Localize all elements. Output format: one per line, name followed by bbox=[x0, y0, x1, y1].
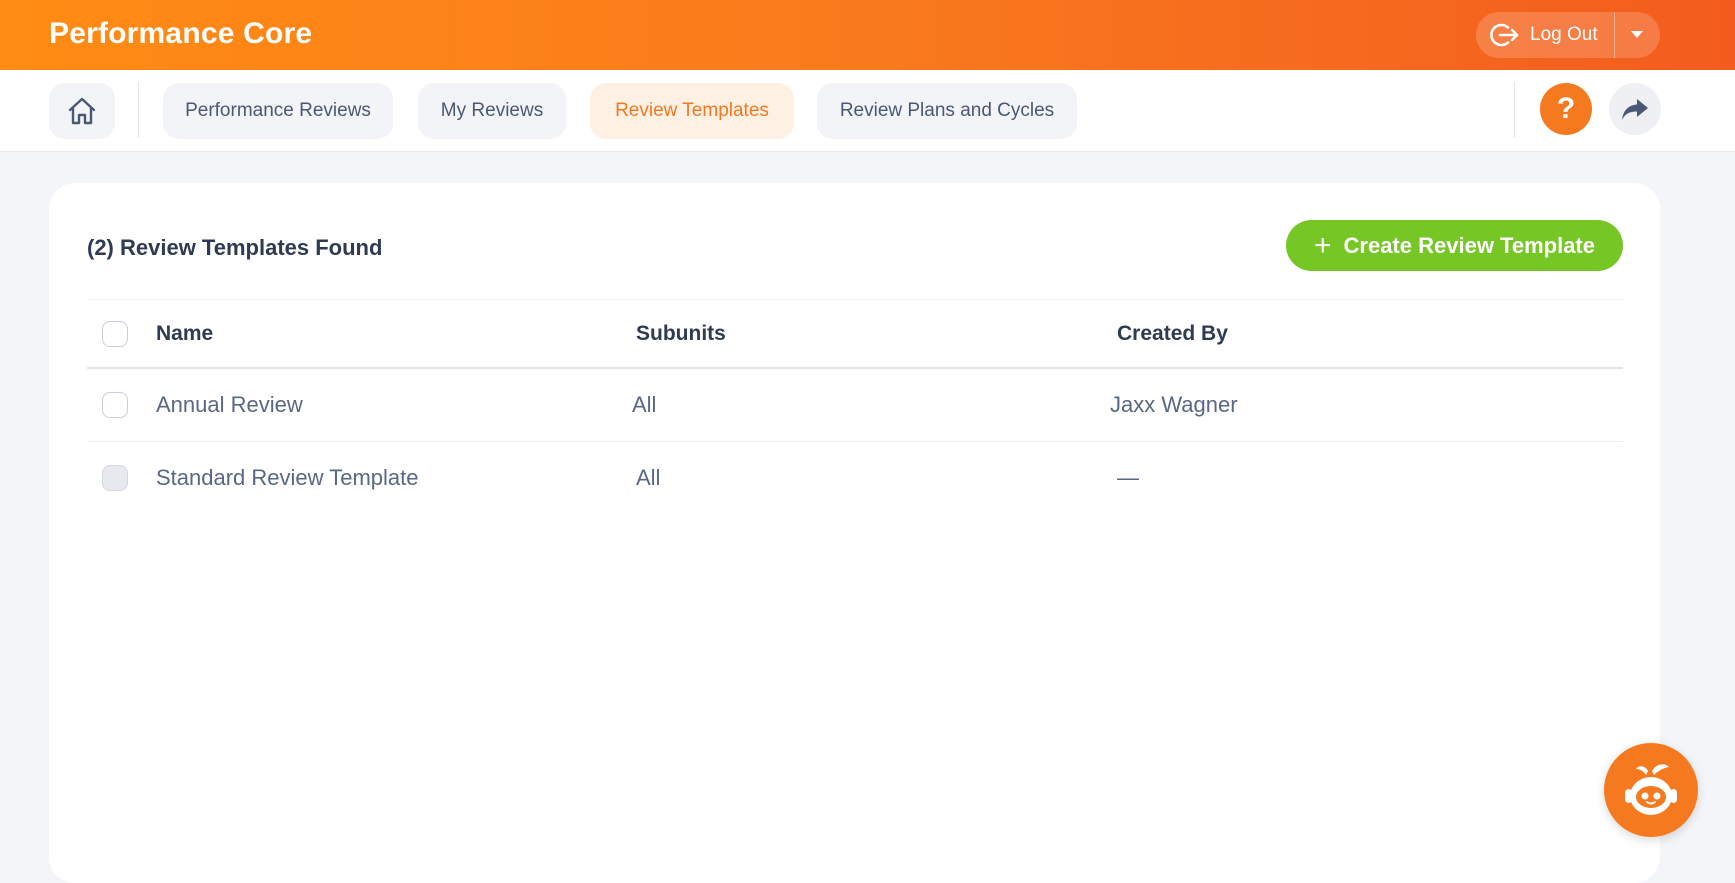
column-header-subunits[interactable]: Subunits bbox=[636, 322, 726, 346]
logout-label: Log Out bbox=[1530, 24, 1598, 45]
home-button[interactable] bbox=[49, 83, 115, 139]
tab-review-plans-and-cycles[interactable]: Review Plans and Cycles bbox=[817, 83, 1077, 139]
logout-button[interactable]: Log Out bbox=[1476, 12, 1614, 58]
robot-assistant-icon bbox=[1625, 764, 1677, 815]
user-menu-dropdown[interactable] bbox=[1615, 12, 1659, 58]
cell-subunits: All bbox=[632, 392, 657, 417]
share-button[interactable] bbox=[1609, 83, 1661, 135]
cell-name: Annual Review bbox=[156, 392, 303, 417]
assistant-bot-button[interactable] bbox=[1604, 743, 1698, 837]
tab-performance-reviews[interactable]: Performance Reviews bbox=[163, 83, 393, 139]
column-header-created-by[interactable]: Created By bbox=[1117, 322, 1228, 346]
cell-name: Standard Review Template bbox=[156, 465, 419, 490]
row-checkbox[interactable] bbox=[102, 392, 128, 418]
help-button[interactable]: ? bbox=[1540, 83, 1592, 135]
table-row[interactable]: Annual Review All Jaxx Wagner bbox=[87, 369, 1623, 442]
results-count: (2) Review Templates Found bbox=[87, 235, 383, 260]
column-header-name[interactable]: Name bbox=[156, 322, 213, 346]
plus-icon: + bbox=[1313, 228, 1332, 262]
home-icon bbox=[68, 97, 96, 125]
nav-divider bbox=[138, 82, 139, 138]
table-header: Name Subunits Created By bbox=[87, 299, 1623, 369]
create-button-label: Create Review Template bbox=[1343, 232, 1595, 258]
cell-subunits: All bbox=[636, 465, 661, 490]
row-checkbox-disabled bbox=[102, 465, 128, 491]
tab-review-templates[interactable]: Review Templates bbox=[590, 83, 794, 139]
app-title: Performance Core bbox=[49, 17, 313, 50]
templates-card: (2) Review Templates Found + Create Revi… bbox=[49, 183, 1660, 883]
table-row[interactable]: Standard Review Template All — bbox=[87, 442, 1623, 515]
app-header: Performance Core Log Out bbox=[0, 0, 1735, 70]
logout-group: Log Out bbox=[1476, 12, 1660, 58]
caret-down-icon bbox=[1631, 31, 1643, 38]
templates-table: Name Subunits Created By Annual Review A… bbox=[87, 299, 1623, 515]
select-all-checkbox[interactable] bbox=[102, 321, 128, 347]
nav-divider-right bbox=[1514, 82, 1515, 138]
cell-created-by: — bbox=[1117, 465, 1139, 490]
create-review-template-button[interactable]: + Create Review Template bbox=[1286, 220, 1623, 271]
cell-created-by: Jaxx Wagner bbox=[1110, 392, 1238, 417]
top-nav: Performance Reviews My Reviews Review Te… bbox=[0, 70, 1735, 152]
logout-icon bbox=[1490, 23, 1519, 47]
tab-my-reviews[interactable]: My Reviews bbox=[418, 83, 566, 139]
share-icon bbox=[1622, 99, 1648, 120]
